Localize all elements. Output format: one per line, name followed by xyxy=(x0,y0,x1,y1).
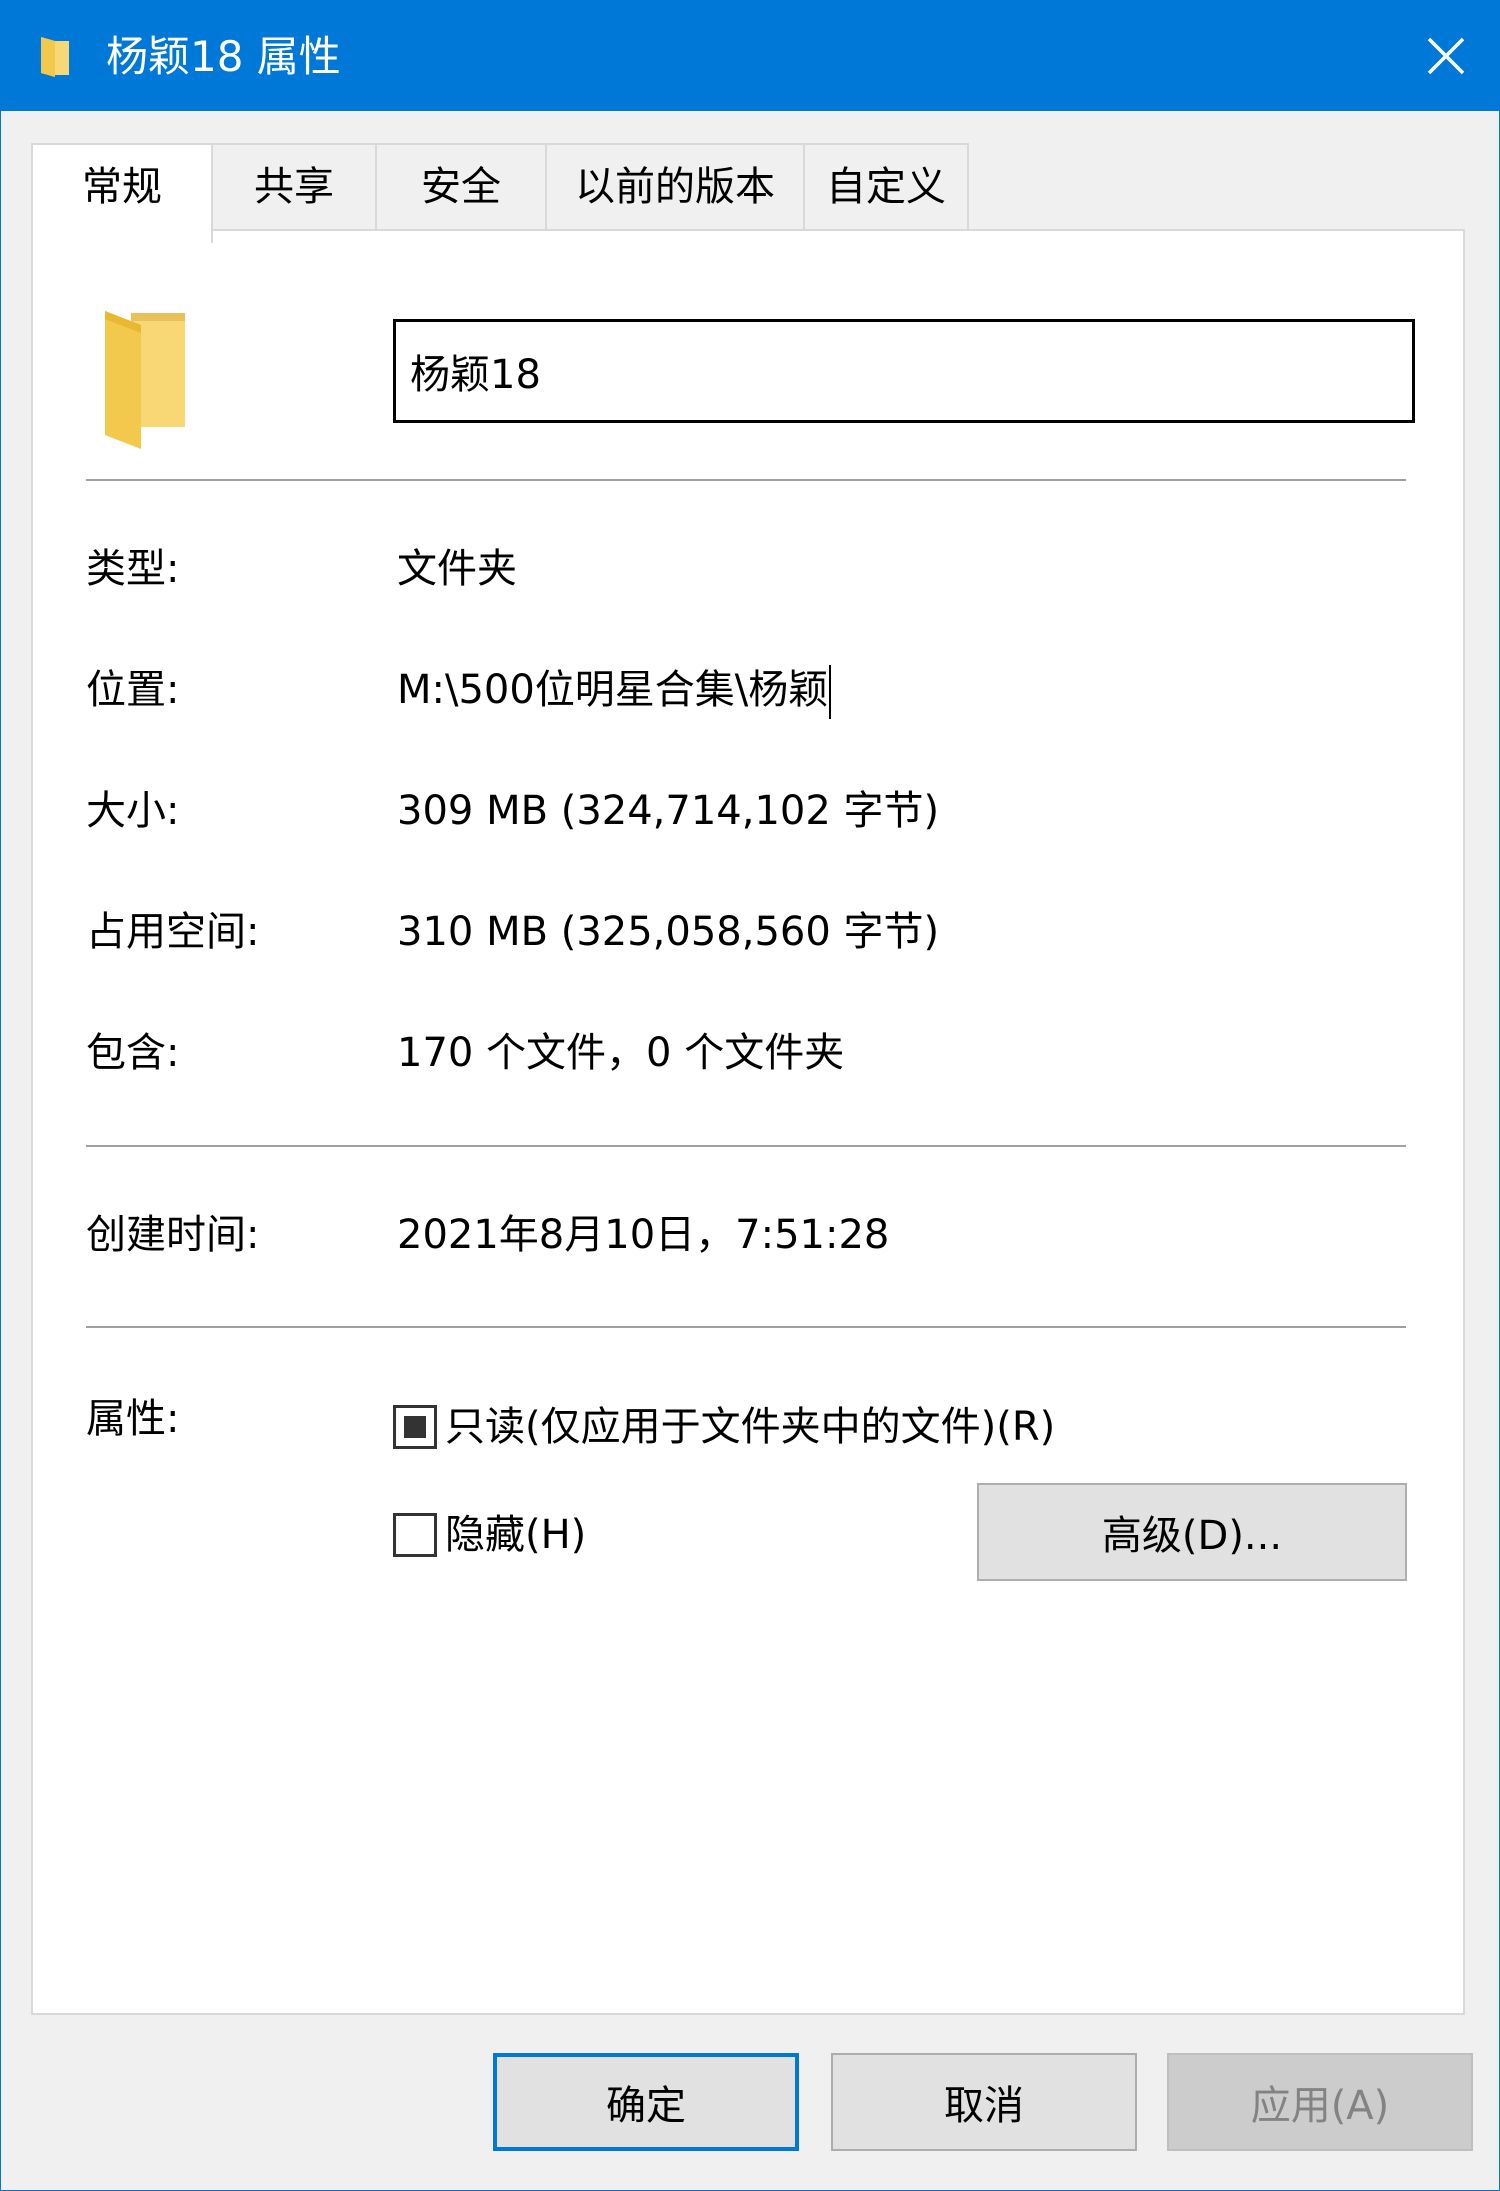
tab-customize[interactable]: 自定义 xyxy=(803,143,969,231)
text-caret xyxy=(829,665,832,719)
size-value[interactable]: 309 MB (324,714,102 字节) xyxy=(397,783,939,839)
contains-value[interactable]: 170 个文件，0 个文件夹 xyxy=(397,1025,844,1081)
hidden-checkbox-row[interactable]: 隐藏(H) xyxy=(393,1507,586,1563)
folder-icon xyxy=(41,37,69,77)
size-on-disk-value[interactable]: 310 MB (325,058,560 字节) xyxy=(397,904,939,960)
tab-sharing[interactable]: 共享 xyxy=(211,143,377,231)
size-label: 大小: xyxy=(86,788,180,834)
tab-previous-versions[interactable]: 以前的版本 xyxy=(545,143,805,231)
type-value: 文件夹 xyxy=(397,546,517,592)
advanced-button[interactable]: 高级(D)... xyxy=(977,1483,1407,1581)
tab-general[interactable]: 常规 xyxy=(31,143,213,243)
folder-name-input[interactable] xyxy=(393,319,1415,423)
readonly-label[interactable]: 只读(仅应用于文件夹中的文件)(R) xyxy=(445,1399,1055,1455)
ok-button[interactable]: 确定 xyxy=(493,2053,799,2151)
divider xyxy=(86,479,1406,481)
close-icon xyxy=(1427,37,1465,75)
created-label: 创建时间: xyxy=(86,1212,260,1258)
tab-security[interactable]: 安全 xyxy=(375,143,547,231)
location-label: 位置: xyxy=(86,667,180,713)
window-title: 杨颖18 属性 xyxy=(106,32,341,81)
folder-icon xyxy=(105,311,185,449)
divider xyxy=(86,1145,1406,1147)
contains-label: 包含: xyxy=(86,1030,180,1076)
location-value[interactable]: M:\500位明星合集\杨颖 xyxy=(397,667,828,713)
title-bar[interactable]: 杨颖18 属性 xyxy=(1,1,1500,111)
attributes-label: 属性: xyxy=(86,1396,180,1442)
readonly-checkbox-row[interactable]: 只读(仅应用于文件夹中的文件)(R) xyxy=(393,1399,1055,1455)
apply-button: 应用(A) xyxy=(1167,2053,1473,2151)
general-panel xyxy=(31,229,1465,2015)
cancel-button[interactable]: 取消 xyxy=(831,2053,1137,2151)
location-value-row[interactable]: M:\500位明星合集\杨颖 xyxy=(397,662,832,719)
close-button[interactable] xyxy=(1391,1,1500,111)
type-label: 类型: xyxy=(86,546,180,592)
hidden-label[interactable]: 隐藏(H) xyxy=(445,1507,586,1563)
created-value[interactable]: 2021年8月10日，7:51:28 xyxy=(397,1207,889,1263)
size-on-disk-label: 占用空间: xyxy=(86,909,260,955)
hidden-checkbox[interactable] xyxy=(393,1513,437,1557)
properties-window: 杨颖18 属性 常规 共享 安全 以前的版本 自定义 类型: 文件夹 位置: M… xyxy=(0,0,1500,2191)
readonly-checkbox[interactable] xyxy=(393,1405,437,1449)
divider xyxy=(86,1326,1406,1328)
